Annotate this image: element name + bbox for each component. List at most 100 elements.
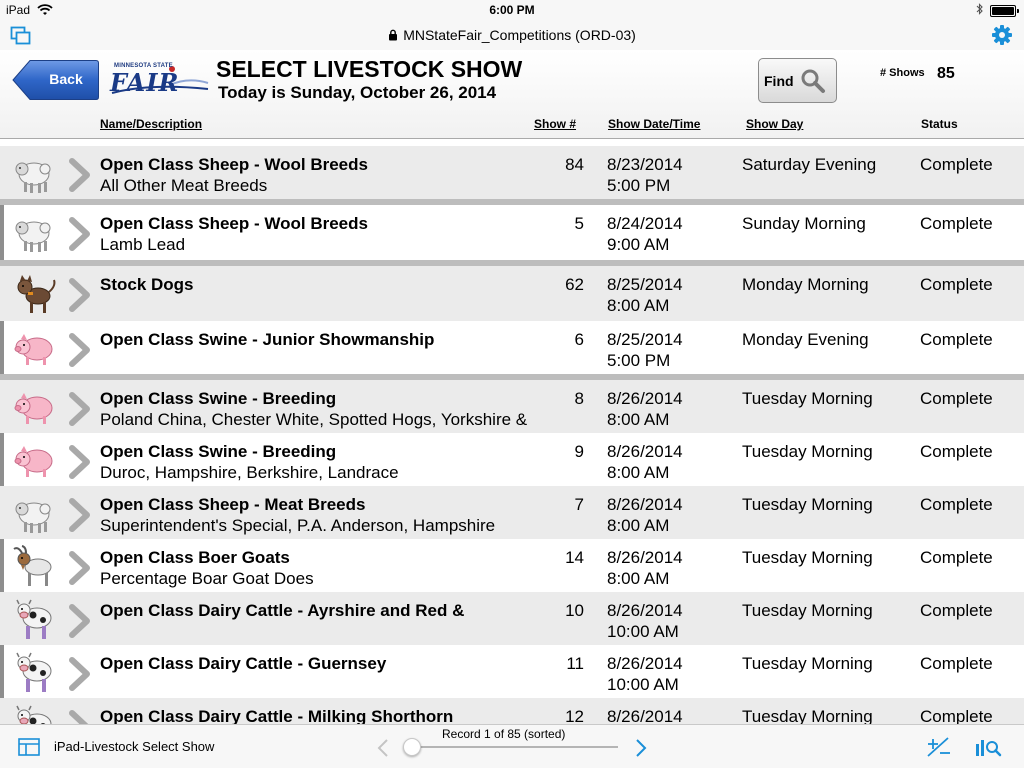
show-number: 84: [565, 155, 584, 174]
column-header-name[interactable]: Name/Description: [100, 117, 202, 131]
show-title: Open Class Dairy Cattle - Guernsey: [100, 654, 387, 673]
show-status: Complete: [920, 275, 993, 294]
show-time: 9:00 AM: [607, 235, 670, 254]
chevron-right-icon[interactable]: [68, 445, 92, 484]
show-date: 8/26/2014: [607, 389, 683, 408]
show-day: Tuesday Morning: [742, 495, 873, 514]
show-title: Open Class Swine - Breeding: [100, 442, 337, 461]
chevron-right-icon[interactable]: [68, 333, 92, 372]
list-item[interactable]: Open Class Dairy Cattle - Guernsey 11 8/…: [0, 645, 1024, 698]
list-item[interactable]: Stock Dogs 62 8/25/2014 8:00 AM Monday M…: [0, 266, 1024, 321]
list-item[interactable]: Open Class Dairy Cattle - Milking Shorth…: [0, 698, 1024, 724]
show-status: Complete: [920, 495, 993, 514]
record-slider-thumb[interactable]: [403, 738, 421, 756]
show-date: 8/26/2014: [607, 654, 683, 673]
show-number: 8: [574, 389, 584, 408]
layout-icon[interactable]: [18, 738, 40, 761]
record-indicator: Record 1 of 85 (sorted): [442, 727, 566, 741]
column-header-date-time[interactable]: Show Date/Time: [608, 117, 700, 131]
show-day: Tuesday Morning: [742, 389, 873, 408]
show-number: 9: [574, 442, 584, 461]
new-record-icon[interactable]: [926, 736, 952, 763]
status-bar: iPad 6:00 PM: [0, 0, 1024, 20]
show-date: 8/24/2014: [607, 214, 683, 233]
find-button-label: Find: [764, 73, 794, 89]
show-title: Open Class Sheep - Wool Breeds: [100, 155, 368, 174]
show-time: 10:00 AM: [607, 622, 679, 641]
show-status: Complete: [920, 707, 993, 724]
show-status: Complete: [920, 654, 993, 673]
show-day: Tuesday Morning: [742, 601, 873, 620]
show-date: 8/26/2014: [607, 548, 683, 567]
show-title: Open Class Dairy Cattle - Ayrshire and R…: [100, 601, 465, 620]
shows-count-label: # Shows: [880, 67, 925, 79]
dog-icon: [12, 272, 58, 316]
chevron-right-icon[interactable]: [68, 657, 92, 696]
chevron-right-icon[interactable]: [68, 392, 92, 431]
show-description: Superintendent's Special, P.A. Anderson,…: [100, 516, 496, 535]
list-item[interactable]: Open Class Swine - Junior Showmanship 6 …: [0, 321, 1024, 374]
show-number: 12: [565, 707, 584, 724]
column-header-show-num[interactable]: Show #: [534, 117, 576, 131]
nav-title: MNStateFair_Competitions (ORD-03): [0, 27, 1024, 44]
gear-icon[interactable]: [991, 24, 1013, 51]
record-slider-track[interactable]: [404, 746, 618, 748]
show-description: Percentage Boar Goat Does: [100, 569, 314, 588]
file-name: MNStateFair_Competitions (ORD-03): [403, 27, 636, 43]
show-description: Poland China, Chester White, Spotted Hog…: [100, 410, 528, 429]
show-day: Tuesday Morning: [742, 442, 873, 461]
show-number: 10: [565, 601, 584, 620]
show-date: 8/26/2014: [607, 707, 683, 724]
show-number: 14: [565, 548, 584, 567]
show-time: 8:00 AM: [607, 516, 670, 535]
find-records-icon[interactable]: [974, 736, 1002, 763]
column-header-day[interactable]: Show Day: [746, 117, 803, 131]
chevron-right-icon[interactable]: [68, 158, 92, 197]
show-title: Stock Dogs: [100, 275, 194, 294]
chevron-right-icon[interactable]: [68, 217, 92, 256]
back-button-label: Back: [49, 71, 83, 87]
pig-icon: [12, 327, 58, 371]
show-day: Tuesday Morning: [742, 707, 873, 724]
state-fair-logo: MINNESOTA STATE FAIR: [110, 63, 210, 99]
chevron-right-icon[interactable]: [68, 710, 92, 724]
show-day: Saturday Evening: [742, 155, 877, 174]
show-day: Tuesday Morning: [742, 654, 873, 673]
list-item[interactable]: Open Class Boer Goats Percentage Boar Go…: [0, 539, 1024, 592]
list-item[interactable]: Open Class Sheep - Wool Breeds All Other…: [0, 146, 1024, 199]
back-button[interactable]: Back: [12, 59, 99, 101]
next-record-icon[interactable]: [634, 738, 648, 763]
show-date: 8/25/2014: [607, 330, 683, 349]
list-item[interactable]: Open Class Sheep - Wool Breeds Lamb Lead…: [0, 205, 1024, 260]
lock-icon: [388, 28, 398, 44]
previous-record-icon[interactable]: [376, 738, 390, 763]
show-date: 8/25/2014: [607, 275, 683, 294]
sheep-icon: [12, 152, 58, 196]
today-date: Today is Sunday, October 26, 2014: [218, 83, 497, 102]
show-number: 7: [574, 495, 584, 514]
show-description: Lamb Lead: [100, 235, 186, 254]
sheep-icon: [12, 492, 58, 536]
show-date: 8/26/2014: [607, 442, 683, 461]
chevron-right-icon[interactable]: [68, 498, 92, 537]
show-time: 8:00 AM: [607, 569, 670, 588]
chevron-right-icon[interactable]: [68, 604, 92, 643]
list-item[interactable]: Open Class Swine - Breeding Poland China…: [0, 380, 1024, 433]
layout-name[interactable]: iPad-Livestock Select Show: [54, 739, 214, 754]
list-item[interactable]: Open Class Sheep - Meat Breeds Superinte…: [0, 486, 1024, 539]
chevron-right-icon[interactable]: [68, 551, 92, 590]
chevron-right-icon[interactable]: [68, 278, 92, 317]
show-date: 8/23/2014: [607, 155, 683, 174]
show-status: Complete: [920, 155, 993, 174]
battery-icon: [990, 5, 1019, 17]
show-title: Open Class Sheep - Wool Breeds: [100, 214, 368, 233]
show-title: Open Class Dairy Cattle - Milking Shorth…: [100, 707, 454, 724]
show-day: Tuesday Morning: [742, 548, 873, 567]
show-time: 8:00 AM: [607, 296, 670, 315]
show-time: 8:00 AM: [607, 410, 670, 429]
find-button[interactable]: Find: [758, 58, 837, 103]
show-number: 6: [574, 330, 584, 349]
list-item[interactable]: Open Class Dairy Cattle - Ayrshire and R…: [0, 592, 1024, 645]
show-number: 5: [574, 214, 584, 233]
list-item[interactable]: Open Class Swine - Breeding Duroc, Hamps…: [0, 433, 1024, 486]
